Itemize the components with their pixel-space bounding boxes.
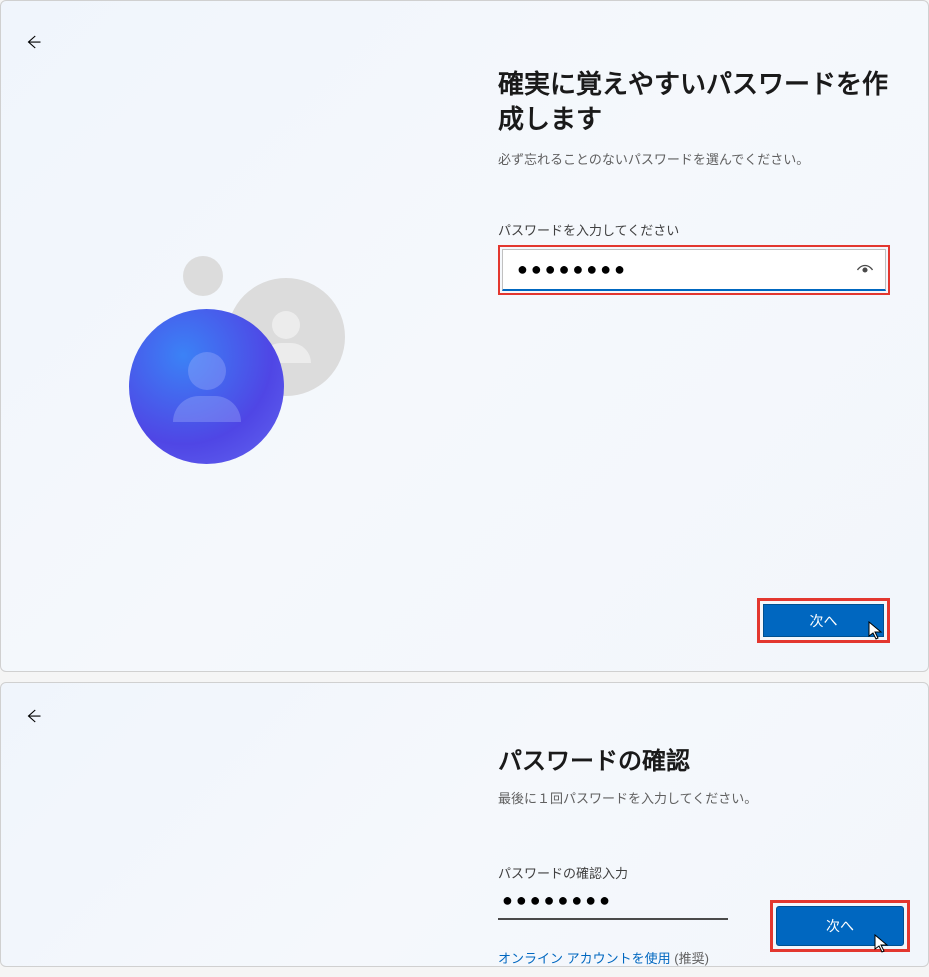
next-button-label: 次へ [810,611,838,631]
account-illustration [121,246,381,476]
next-button-highlight: 次へ [757,598,890,643]
password-field-label: パスワードを入力してください [498,220,890,239]
reveal-password-icon[interactable] [856,261,874,279]
small-gray-circle-icon [183,256,223,296]
blue-person-icon [129,309,284,464]
password-confirm-panel: パスワードの確認 最後に１回パスワードを入力してください。 パスワードの確認入力… [0,682,929,967]
password-confirm-input[interactable] [498,884,728,920]
page-subheading: 必ず忘れることのないパスワードを選んでください。 [498,149,890,168]
password-confirm-label: パスワードの確認入力 [498,863,890,882]
password-create-panel: 確実に覚えやすいパスワードを作成します 必ず忘れることのないパスワードを選んでく… [0,0,929,672]
password-input-highlight [498,245,890,295]
content-area: 確実に覚えやすいパスワードを作成します 必ず忘れることのないパスワードを選んでく… [498,67,890,295]
link-suffix: (推奨) [671,951,709,966]
next-button-label: 次へ [826,916,854,936]
back-arrow-icon [24,33,42,54]
next-button[interactable]: 次へ [763,604,884,637]
page-heading: 確実に覚えやすいパスワードを作成します [498,67,890,137]
back-arrow-icon [24,707,42,728]
next-button-highlight: 次へ [770,900,910,952]
back-button[interactable] [21,31,45,55]
password-input[interactable] [502,249,886,291]
link-prefix: オンライン アカウントを使用 [498,951,671,966]
page-subheading: 最後に１回パスワードを入力してください。 [498,788,890,807]
next-button[interactable]: 次へ [776,906,904,946]
page-heading: パスワードの確認 [498,741,890,776]
back-button[interactable] [21,705,45,729]
